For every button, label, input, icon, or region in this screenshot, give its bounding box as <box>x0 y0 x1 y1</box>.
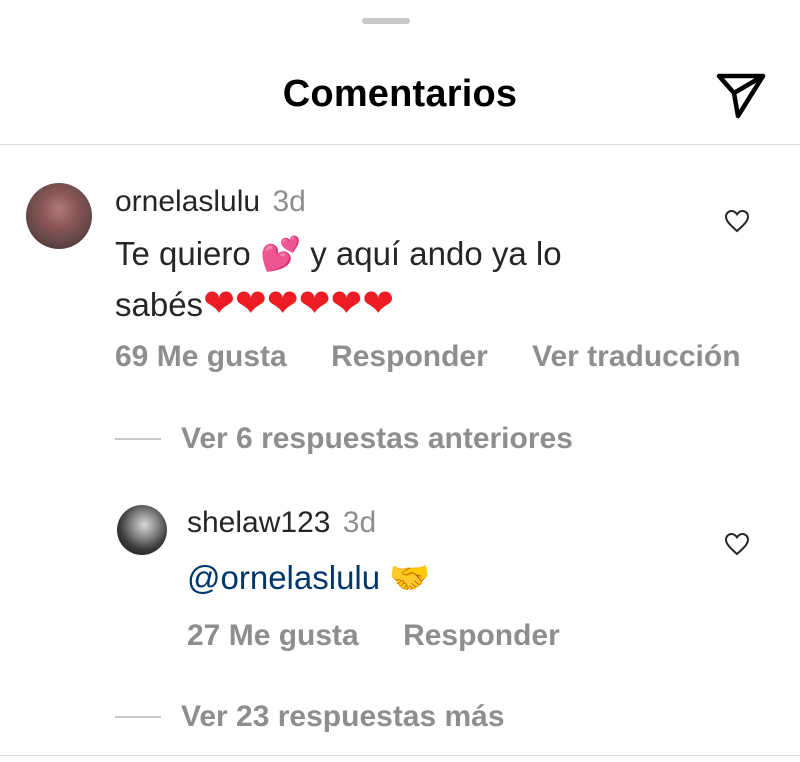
view-more-replies[interactable]: Ver 23 respuestas más <box>115 700 505 734</box>
sheet-grabber[interactable] <box>362 18 410 24</box>
username[interactable]: ornelaslulu <box>115 185 260 218</box>
comment-text-part: Te quiero <box>115 235 251 272</box>
reply-button[interactable]: Responder <box>331 340 488 373</box>
reply-button[interactable]: Responder <box>403 619 560 652</box>
like-count[interactable]: 69 Me gusta <box>115 340 287 373</box>
comments-header: Comentarios <box>0 40 800 145</box>
two-hearts-emoji: 💕 <box>259 234 302 273</box>
page-title: Comentarios <box>282 73 518 115</box>
view-more-label: Ver 23 respuestas más <box>181 700 505 733</box>
divider <box>0 755 800 756</box>
timestamp: 3d <box>272 185 306 218</box>
heart-emoji: ❤ <box>362 283 395 325</box>
view-previous-label: Ver 6 respuestas anteriores <box>181 422 573 455</box>
heart-emoji: ❤ <box>203 283 235 325</box>
send-icon[interactable] <box>716 73 766 119</box>
comment-header: ornelaslulu 3d <box>115 185 306 219</box>
comment-actions: 69 Me gusta Responder Ver traducción <box>115 340 777 374</box>
comment-text: Te quiero 💕 y aquí ando ya lo sabés❤❤❤❤❤… <box>115 228 675 330</box>
reply-actions: 27 Me gusta Responder <box>187 619 596 653</box>
heart-emoji: ❤ <box>266 283 299 325</box>
heart-emoji: ❤ <box>234 283 267 325</box>
reply-text: @ornelaslulu 🤝 <box>187 552 430 603</box>
heart-emoji: ❤ <box>298 283 331 325</box>
reply-header: shelaw123 3d <box>187 506 376 540</box>
avatar[interactable] <box>117 505 167 555</box>
avatar[interactable] <box>26 183 92 249</box>
username[interactable]: shelaw123 <box>187 506 330 539</box>
heart-emoji: ❤ <box>330 283 363 325</box>
comment-text-part: sabés <box>115 286 204 323</box>
like-count[interactable]: 27 Me gusta <box>187 619 359 652</box>
timestamp: 3d <box>342 506 377 539</box>
like-heart-icon[interactable] <box>724 532 750 556</box>
like-heart-icon[interactable] <box>724 209 750 233</box>
comment-text-part: y aquí ando ya lo <box>301 235 562 272</box>
translate-button[interactable]: Ver traducción <box>532 340 740 373</box>
divider <box>115 716 161 718</box>
mention-link[interactable]: @ornelaslulu <box>187 559 380 596</box>
divider <box>115 438 161 440</box>
view-previous-replies[interactable]: Ver 6 respuestas anteriores <box>115 422 573 456</box>
handshake-emoji: 🤝 <box>389 558 431 597</box>
